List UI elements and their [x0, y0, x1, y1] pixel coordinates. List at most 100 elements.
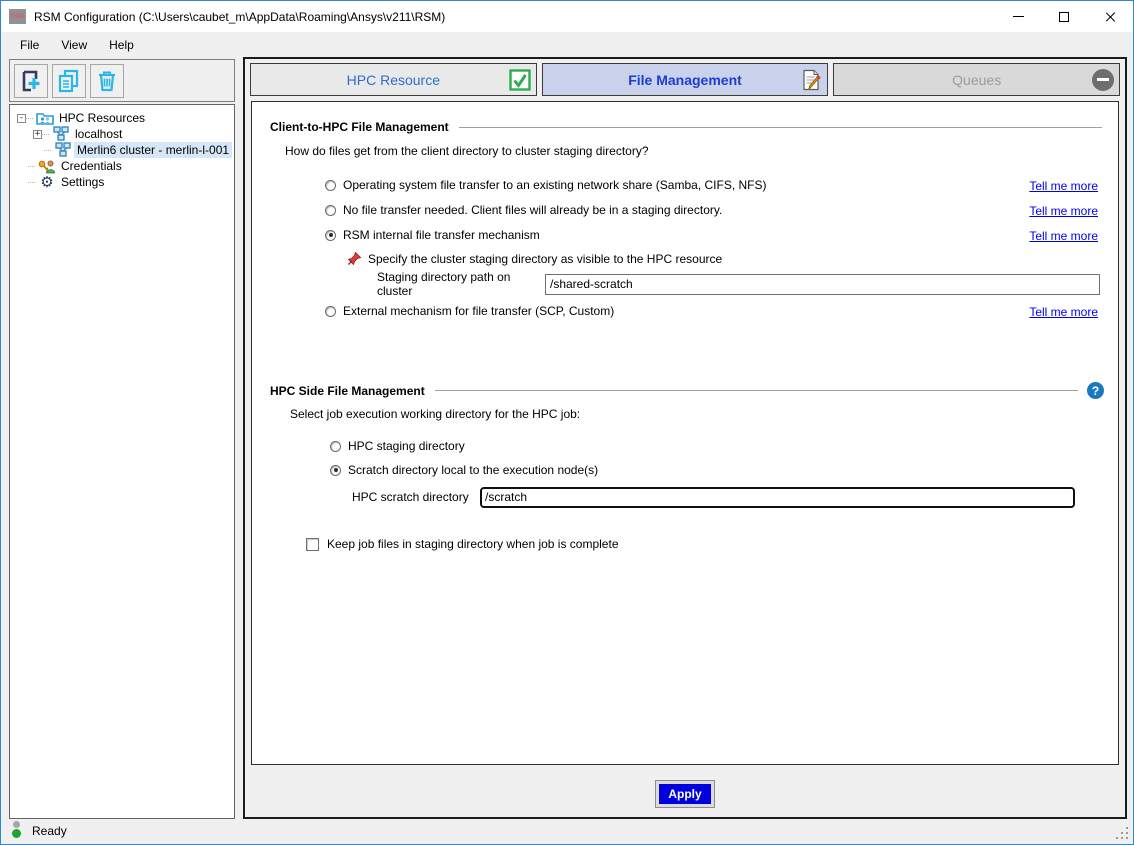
section-hpc-side: HPC Side File Management ?	[270, 382, 1104, 399]
hpc-side-question: Select job execution working directory f…	[290, 407, 580, 421]
tree-item-settings[interactable]: ⚙ Settings	[17, 174, 234, 190]
section-rule	[459, 127, 1102, 128]
radio-label: HPC staging directory	[348, 439, 465, 453]
section-rule	[435, 390, 1078, 391]
tell-me-more-link-2[interactable]: Tell me more	[1029, 204, 1098, 218]
trash-icon	[94, 68, 120, 94]
tree-label: HPC Resources	[56, 110, 148, 126]
staging-directory-row: Staging directory path on cluster	[377, 273, 1100, 295]
file-management-form: Client-to-HPC File Management How do fil…	[251, 101, 1119, 765]
cluster-icon	[54, 142, 72, 158]
menu-file[interactable]: File	[9, 34, 50, 56]
configuration-tree: - HPC Resources +	[9, 104, 235, 819]
radio-label: RSM internal file transfer mechanism	[343, 228, 540, 242]
tell-me-more-link-3[interactable]: Tell me more	[1029, 229, 1098, 243]
close-icon	[1104, 11, 1116, 23]
checkbox-label: Keep job files in staging directory when…	[327, 537, 619, 551]
tab-file-management[interactable]: File Management	[542, 63, 829, 96]
scratch-directory-label: HPC scratch directory	[352, 490, 480, 504]
tab-bar: HPC Resource File Management	[250, 63, 1120, 96]
status-indicator-gray-dot	[13, 821, 20, 828]
tab-label: HPC Resource	[347, 72, 440, 88]
radio-button[interactable]	[325, 205, 336, 216]
disabled-minus-icon	[1092, 69, 1114, 91]
edit-document-icon	[800, 69, 822, 91]
radio-no-transfer: No file transfer needed. Client files wi…	[325, 203, 1003, 217]
tree-item-localhost[interactable]: + localhost	[33, 126, 234, 142]
minimize-icon	[1013, 16, 1024, 17]
duplicate-configuration-button[interactable]	[52, 64, 86, 98]
title-bar: RSM RSM Configuration (C:\Users\caubet_m…	[1, 1, 1133, 32]
tree-item-merlin6-cluster[interactable]: Merlin6 cluster - merlin-l-001	[33, 142, 234, 158]
pushpin-icon	[347, 251, 362, 266]
tab-hpc-resource[interactable]: HPC Resource	[250, 63, 537, 96]
help-question-icon[interactable]: ?	[1087, 382, 1104, 399]
cluster-icon	[52, 126, 70, 142]
section-client-to-hpc: Client-to-HPC File Management	[270, 120, 1102, 134]
section-heading: HPC Side File Management	[270, 384, 425, 398]
settings-gear-icon: ⚙	[38, 174, 56, 190]
window-title: RSM Configuration (C:\Users\caubet_m\App…	[34, 10, 445, 24]
duplicate-icon	[56, 68, 82, 94]
configuration-panel: HPC Resource File Management	[243, 57, 1127, 819]
close-button[interactable]	[1087, 1, 1133, 32]
add-icon	[18, 68, 44, 94]
radio-button-selected[interactable]	[325, 230, 336, 241]
menu-bar: File View Help	[1, 32, 1133, 57]
hpc-scratch-directory-input[interactable]	[480, 487, 1075, 508]
keep-files-row: Keep job files in staging directory when…	[306, 537, 619, 551]
radio-hpc-staging: HPC staging directory	[330, 439, 465, 453]
tree-item-hpc-resources[interactable]: - HPC Resources	[17, 110, 234, 126]
pin-note-row: Specify the cluster staging directory as…	[347, 251, 722, 266]
tree-label-selected: Merlin6 cluster - merlin-l-001	[74, 142, 232, 158]
maximize-button[interactable]	[1041, 1, 1087, 32]
staging-directory-label: Staging directory path on cluster	[377, 270, 545, 298]
radio-label: Scratch directory local to the execution…	[348, 463, 598, 477]
radio-scratch-local: Scratch directory local to the execution…	[330, 463, 598, 477]
green-check-icon	[509, 69, 531, 91]
configuration-toolbar	[9, 59, 235, 102]
tab-label: Queues	[952, 72, 1001, 88]
rsm-app-icon: RSM	[9, 9, 26, 24]
delete-configuration-button[interactable]	[90, 64, 124, 98]
status-bar: Ready	[2, 819, 1132, 843]
status-indicator-green-dot	[12, 829, 21, 838]
radio-rsm-internal: RSM internal file transfer mechanism	[325, 228, 1003, 242]
apply-button[interactable]: Apply	[655, 780, 715, 808]
staging-directory-input[interactable]	[545, 274, 1100, 295]
tab-label: File Management	[628, 72, 742, 88]
radio-button[interactable]	[325, 306, 336, 317]
collapse-expander[interactable]: -	[17, 114, 26, 123]
tree-label: localhost	[72, 126, 125, 142]
hpc-resources-folder-icon	[36, 110, 54, 126]
tell-me-more-link-4[interactable]: Tell me more	[1029, 305, 1098, 319]
window-controls	[995, 1, 1133, 32]
radio-os-file-transfer: Operating system file transfer to an exi…	[325, 178, 1003, 192]
radio-button-selected[interactable]	[330, 465, 341, 476]
resize-grip-icon[interactable]	[1126, 837, 1129, 840]
tab-queues: Queues	[833, 63, 1120, 96]
radio-button[interactable]	[325, 180, 336, 191]
tree-label: Credentials	[58, 158, 125, 174]
rsm-configuration-window: RSM RSM Configuration (C:\Users\caubet_m…	[0, 0, 1134, 845]
expand-expander[interactable]: +	[33, 130, 42, 139]
add-configuration-button[interactable]	[14, 64, 48, 98]
minimize-button[interactable]	[995, 1, 1041, 32]
tree-label: Settings	[58, 174, 107, 190]
radio-label: Operating system file transfer to an exi…	[343, 178, 767, 192]
credentials-key-user-icon	[38, 158, 56, 174]
menu-help[interactable]: Help	[98, 34, 145, 56]
status-text: Ready	[32, 824, 67, 838]
radio-external-mechanism: External mechanism for file transfer (SC…	[325, 304, 1003, 318]
radio-label: No file transfer needed. Client files wi…	[343, 203, 722, 217]
tree-item-credentials[interactable]: Credentials	[17, 158, 234, 174]
radio-label: External mechanism for file transfer (SC…	[343, 304, 614, 318]
scratch-directory-row: HPC scratch directory	[352, 486, 1075, 508]
pin-note-text: Specify the cluster staging directory as…	[368, 252, 722, 266]
menu-view[interactable]: View	[50, 34, 98, 56]
client-question: How do files get from the client directo…	[285, 144, 649, 158]
radio-button[interactable]	[330, 441, 341, 452]
section-heading: Client-to-HPC File Management	[270, 120, 449, 134]
tell-me-more-link-1[interactable]: Tell me more	[1029, 179, 1098, 193]
keep-files-checkbox[interactable]	[306, 538, 319, 551]
